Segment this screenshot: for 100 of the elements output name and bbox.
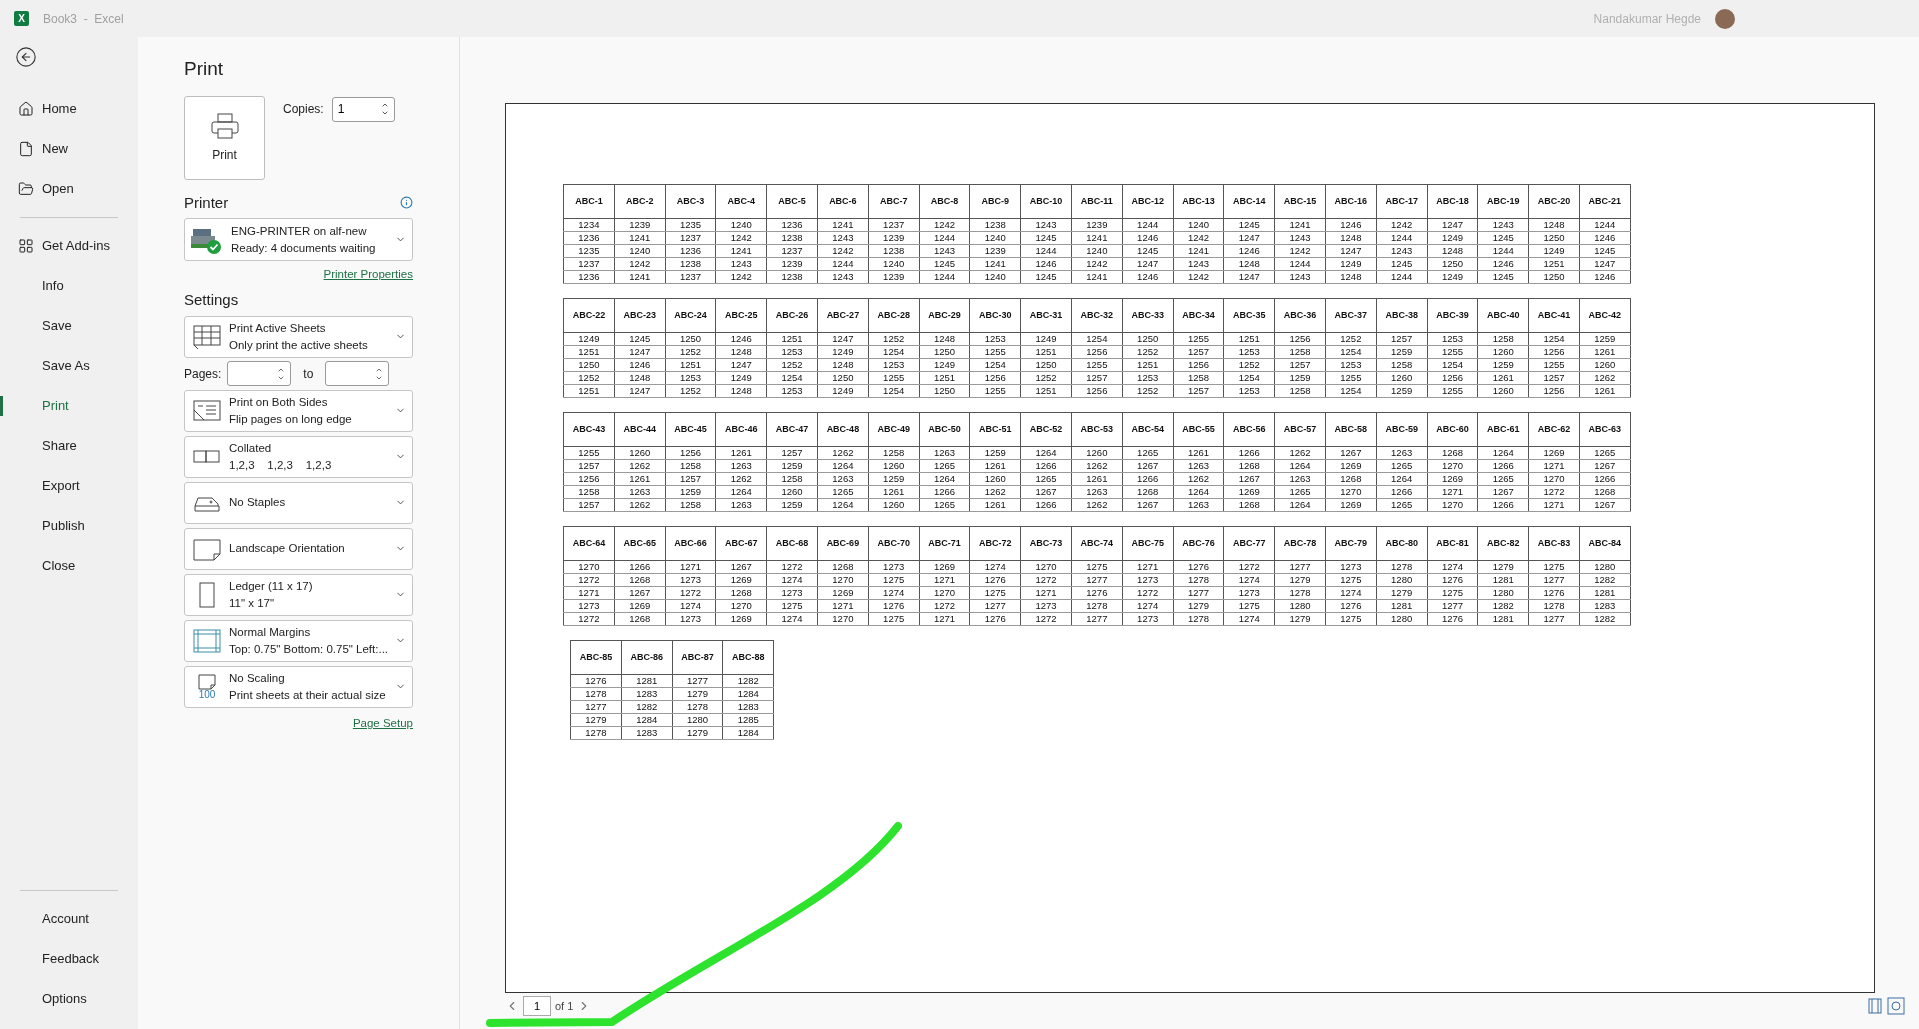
show-margins-icon[interactable] [1867,998,1883,1014]
table-cell: 1243 [817,270,869,284]
table-cell: 1273 [1020,599,1072,613]
table-cell: 1252 [665,345,716,359]
column-header: ABC-46 [715,412,767,447]
settings-dropdown[interactable]: Landscape Orientation [184,527,413,570]
table-cell: 1276 [1071,586,1123,600]
table-cell: 1273 [563,599,615,613]
table-cell: 1259 [969,446,1021,460]
copies-field[interactable]: 1 [331,96,395,122]
table-cell: 1262 [614,459,666,473]
table-cell: 1247 [1223,270,1275,284]
table-cell: 1262 [1071,459,1123,473]
table-cell: 1251 [563,345,615,359]
page-count: of 1 [555,998,574,1014]
settings-dropdown[interactable]: Print Active Sheets Only print the active sheets [184,315,413,358]
nav-item[interactable]: Info [0,266,138,306]
table-cell: 1272 [766,560,818,574]
column-header: ABC-48 [817,412,869,447]
column-header: ABC-43 [563,412,615,447]
table-cell: 1244 [1376,270,1428,284]
table-cell: 1271 [1528,459,1580,473]
nav-item[interactable]: New [0,129,138,169]
table-cell: 1240 [969,270,1021,284]
table-cell: 1273 [665,573,716,587]
page-from-field[interactable] [227,361,292,387]
settings-dropdown[interactable]: No Staples [184,481,413,524]
table-cell: 1271 [1122,560,1174,574]
nav-item[interactable]: Publish [0,506,138,546]
table-cell: 1256 [969,371,1021,385]
section-heading: Printer [184,192,229,213]
print-button[interactable]: Print [184,95,265,180]
table-cell: 1260 [868,459,920,473]
table-cell: 1252 [1122,345,1174,359]
column-header: ABC-6 [817,184,869,219]
nav-item[interactable]: Get Add-ins [0,226,138,266]
column-header: ABC-83 [1528,526,1580,561]
table-cell: 1266 [1579,472,1631,486]
table-cell: 1274 [766,573,818,587]
nav-item[interactable]: Open [0,169,138,209]
table-cell: 1282 [722,674,774,688]
nav-item[interactable]: Save As [0,346,138,386]
table-cell: 1260 [969,472,1021,486]
table-cell: 1251 [563,384,615,398]
table-cell: 1246 [715,332,767,346]
zoom-to-page-icon[interactable] [1887,997,1905,1015]
nav-item[interactable]: Options [0,979,138,1019]
table-cell: 1255 [1427,384,1478,398]
settings-dropdown[interactable]: Ledger (11 x 17) 11" x 17" [184,573,413,616]
table-cell: 1272 [1122,586,1174,600]
table-cell: 1246 [1579,231,1631,245]
column-header: ABC-23 [614,298,666,333]
printer-dropdown[interactable]: ENG-PRINTER on alf-new Ready: 4 documents waiting [184,218,413,261]
table-cell: 1275 [1071,560,1123,574]
printer-properties-link[interactable]: Printer Properties [323,266,413,284]
table-cell: 1278 [1376,560,1428,574]
table-cell: 1268 [614,612,666,626]
table-cell: 1279 [1274,612,1326,626]
table-cell: 1249 [1020,332,1072,346]
folder-icon [18,181,34,197]
column-header: ABC-40 [1477,298,1529,333]
column-header: ABC-70 [868,526,920,561]
settings-dropdown[interactable]: 100 No Scaling Print sheets at their actual size [184,665,413,708]
table-cell: 1256 [1528,384,1580,398]
table-cell: 1257 [1274,358,1326,372]
settings-dropdown[interactable]: Print on Both Sides Flip pages on long edge [184,389,413,432]
table-cell: 1257 [1376,332,1428,346]
table-cell: 1272 [919,599,970,613]
nav-item[interactable]: Account [0,899,138,939]
nav-item[interactable]: Feedback [0,939,138,979]
column-header: ABC-42 [1579,298,1631,333]
nav-item[interactable]: Print [0,386,138,426]
page-number-field[interactable]: 1 [523,996,551,1016]
nav-item[interactable]: Home [0,89,138,129]
column-header: ABC-1 [563,184,615,219]
nav-item[interactable]: Save [0,306,138,346]
table-cell: 1263 [919,446,970,460]
table-cell: 1264 [1376,472,1428,486]
table-cell: 1243 [919,244,970,258]
table-cell: 1256 [665,446,716,460]
table-cell: 1269 [919,560,970,574]
table-cell: 1278 [1173,612,1224,626]
table-cell: 1277 [570,700,622,714]
table-cell: 1269 [715,612,767,626]
nav-item[interactable]: Share [0,426,138,466]
page-to-field[interactable] [325,361,390,387]
settings-dropdown[interactable]: Normal Margins Top: 0.75" Bottom: 0.75" Left:... [184,619,413,662]
column-header: ABC-55 [1173,412,1224,447]
table-cell: 1269 [1223,485,1275,499]
table-cell: 1247 [715,358,767,372]
table-cell: 1254 [1325,345,1377,359]
page-setup-link[interactable]: Page Setup [352,714,413,732]
back-button[interactable] [14,45,38,69]
table-cell: 1250 [919,345,970,359]
table-cell: 1254 [1325,384,1377,398]
nav-item[interactable]: Export [0,466,138,506]
column-header: ABC-9 [969,184,1021,219]
table-cell: 1270 [1528,472,1580,486]
settings-dropdown[interactable]: Collated 1,2,3 1,2,3 1,2,3 [184,435,413,478]
nav-item[interactable]: Close [0,546,138,586]
